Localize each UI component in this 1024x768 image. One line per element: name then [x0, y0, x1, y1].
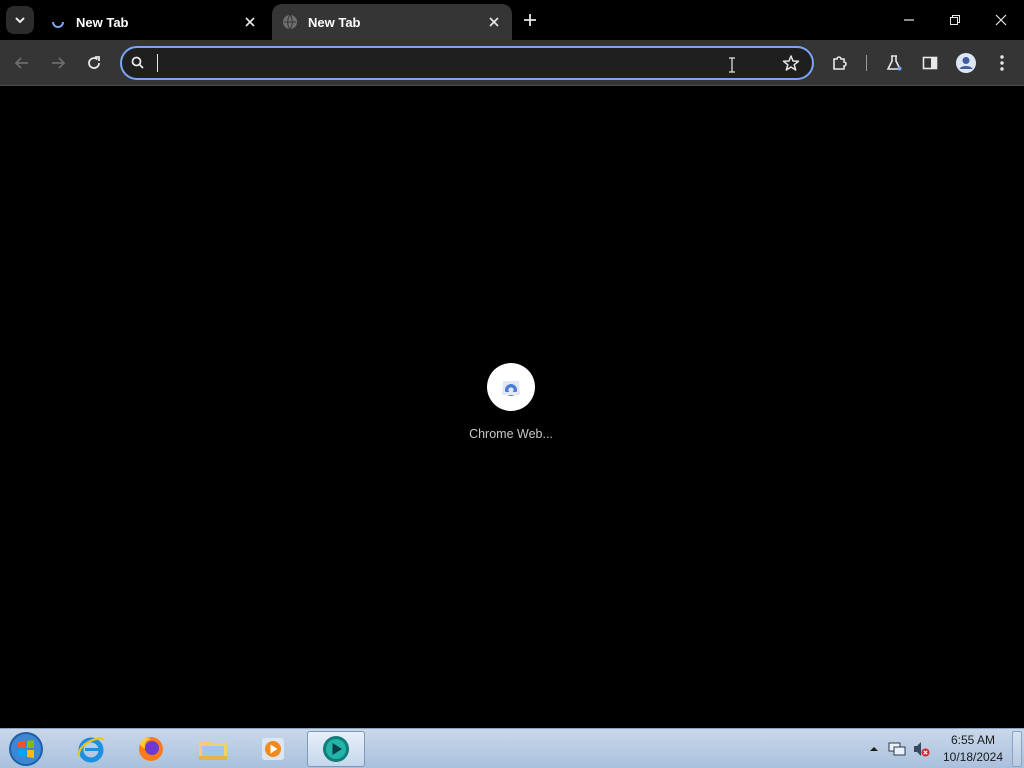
loading-spinner-icon — [50, 14, 66, 30]
tab-new-tab-2[interactable]: New Tab — [272, 4, 512, 40]
screen: New Tab New Tab Chrome Web... 6:55 AM 10… — [0, 0, 1024, 768]
tab-title: New Tab — [308, 14, 361, 30]
firefox-icon — [139, 737, 163, 761]
arrow-right-icon — [52, 57, 66, 69]
toolbar-divider — [866, 55, 867, 71]
close-icon[interactable] — [484, 12, 504, 32]
toolbar — [0, 40, 1024, 86]
profile-button[interactable] — [952, 49, 980, 77]
labs-button[interactable] — [880, 49, 908, 77]
volume-muted-icon[interactable] — [912, 740, 930, 758]
close-icon[interactable] — [240, 12, 260, 32]
taskbar-file-explorer[interactable] — [184, 731, 242, 767]
avatar-icon — [956, 53, 976, 73]
menu-button[interactable] — [988, 49, 1016, 77]
flask-icon — [886, 55, 902, 71]
taskbar-internet-explorer[interactable] — [62, 731, 120, 767]
network-icon[interactable] — [888, 740, 906, 758]
tile-icon-container — [487, 363, 535, 411]
tab-new-tab-1[interactable]: New Tab — [40, 4, 268, 40]
address-bar[interactable] — [120, 46, 814, 80]
minimize-icon — [904, 19, 914, 21]
minimize-button[interactable] — [886, 0, 932, 40]
side-panel-icon — [922, 56, 938, 70]
arrow-left-icon — [14, 57, 28, 69]
tab-strip: New Tab New Tab — [0, 0, 1024, 40]
bookmark-star-button[interactable] — [782, 54, 800, 77]
globe-icon — [282, 14, 298, 30]
internet-explorer-icon — [77, 737, 105, 763]
close-icon — [995, 14, 1007, 26]
tray-expand-icon[interactable] — [868, 743, 880, 755]
show-desktop-button[interactable] — [1012, 731, 1022, 767]
ibeam-cursor-icon — [729, 57, 735, 73]
plus-icon — [524, 14, 536, 26]
windows-orb-icon — [9, 732, 43, 766]
taskbar: 6:55 AM 10/18/2024 — [0, 728, 1024, 768]
folder-icon — [199, 741, 227, 760]
text-caret — [157, 54, 158, 72]
tab-search-button[interactable] — [6, 6, 34, 34]
back-button[interactable] — [8, 49, 36, 77]
puzzle-icon — [833, 56, 847, 70]
taskbar-chrome-app[interactable] — [307, 731, 365, 767]
system-clock[interactable]: 6:55 AM 10/18/2024 — [936, 732, 1010, 766]
shortcut-tile-chrome-web-store[interactable]: Chrome Web... — [458, 363, 564, 441]
chrome-web-store-icon — [502, 381, 520, 396]
restore-icon — [950, 15, 960, 25]
reload-icon — [88, 56, 100, 69]
chevron-down-icon — [15, 17, 25, 24]
tab-title: New Tab — [76, 14, 129, 30]
extensions-button[interactable] — [826, 49, 854, 77]
taskbar-media-player[interactable] — [244, 731, 302, 767]
search-icon — [131, 56, 144, 69]
start-button[interactable] — [6, 730, 46, 768]
clock-time: 6:55 AM — [950, 733, 996, 747]
restore-button[interactable] — [932, 0, 978, 40]
tile-label: Chrome Web... — [469, 427, 553, 441]
address-input[interactable] — [156, 53, 756, 73]
reload-button[interactable] — [80, 49, 108, 77]
new-tab-page: Chrome Web... — [0, 87, 1024, 728]
chrome-app-icon — [323, 736, 349, 762]
star-icon — [782, 55, 800, 71]
media-player-icon — [262, 738, 284, 760]
forward-button[interactable] — [44, 49, 72, 77]
new-tab-button[interactable] — [518, 8, 542, 32]
close-window-button[interactable] — [978, 0, 1024, 40]
more-vert-icon — [1000, 55, 1004, 71]
clock-date: 10/18/2024 — [942, 750, 1004, 764]
side-panel-button[interactable] — [916, 49, 944, 77]
system-tray — [868, 729, 930, 768]
taskbar-firefox[interactable] — [122, 731, 180, 767]
